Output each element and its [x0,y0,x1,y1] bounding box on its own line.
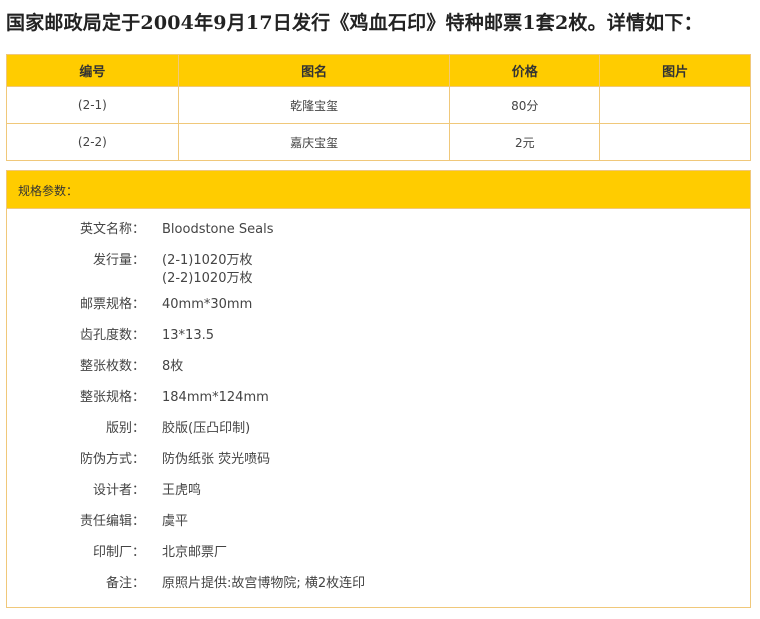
spec-panel: 规格参数： 英文名称： Bloodstone Seals 发行量： (2-1)1… [6,170,751,608]
spec-label: 齿孔度数： [79,328,145,343]
spec-label: 设计者： [92,483,145,498]
cell-price: 80分 [449,86,601,124]
spec-value: 虞平 [162,514,189,529]
spec-value: 王虎鸣 [162,483,202,498]
spec-panel-title: 规格参数： [7,171,750,209]
cell-name: 嘉庆宝玺 [177,123,451,161]
spec-label: 整张枚数： [79,359,145,374]
spec-value: 184mm*124mm [162,390,269,405]
cell-image [599,86,751,124]
table-row: (2-2) 嘉庆宝玺 2元 [6,123,751,161]
page-headline: 国家邮政局定于2004年9月17日发行《鸡血石印》特种邮票1套2枚。详情如下： [6,12,703,34]
spec-label: 整张规格： [79,390,145,405]
table-header-row: 编号 图名 价格 图片 [6,54,751,87]
spec-value: 防伪纸张 荧光喷码 [162,452,271,467]
spec-label: 版别： [105,421,145,436]
spec-value: 40mm*30mm [162,297,253,312]
spec-value: 胶版(压凸印制) [162,421,251,436]
column-header-name: 图名 [177,54,451,87]
stamp-table: 编号 图名 价格 图片 (2-1) 乾隆宝玺 80分 (2-2) 嘉庆宝玺 2元 [6,54,751,161]
spec-value: 8枚 [162,359,184,374]
spec-value: 北京邮票厂 [162,545,228,560]
spec-label: 备注： [105,576,145,591]
column-header-image: 图片 [599,54,751,87]
cell-name: 乾隆宝玺 [177,86,451,124]
spec-value: 13*13.5 [162,328,214,343]
spec-value: Bloodstone Seals [162,222,274,237]
spec-label: 英文名称： [79,222,145,237]
cell-image [599,123,751,161]
spec-value-second-line: (2-2)1020万枚 [162,271,253,286]
spec-value: (2-1)1020万枚 [162,253,253,268]
spec-label: 邮票规格： [79,297,145,312]
spec-label: 发行量： [92,253,145,268]
table-row: (2-1) 乾隆宝玺 80分 [6,86,751,124]
spec-label: 防伪方式： [79,452,145,467]
spec-value: 原照片提供:故宫博物院; 横2枚连印 [162,576,366,591]
cell-price: 2元 [449,123,601,161]
spec-label: 责任编辑： [79,514,145,529]
spec-label: 印制厂： [92,545,145,560]
column-header-code: 编号 [6,54,179,87]
cell-code: (2-1) [6,86,179,124]
cell-code: (2-2) [6,123,179,161]
column-header-price: 价格 [449,54,601,87]
